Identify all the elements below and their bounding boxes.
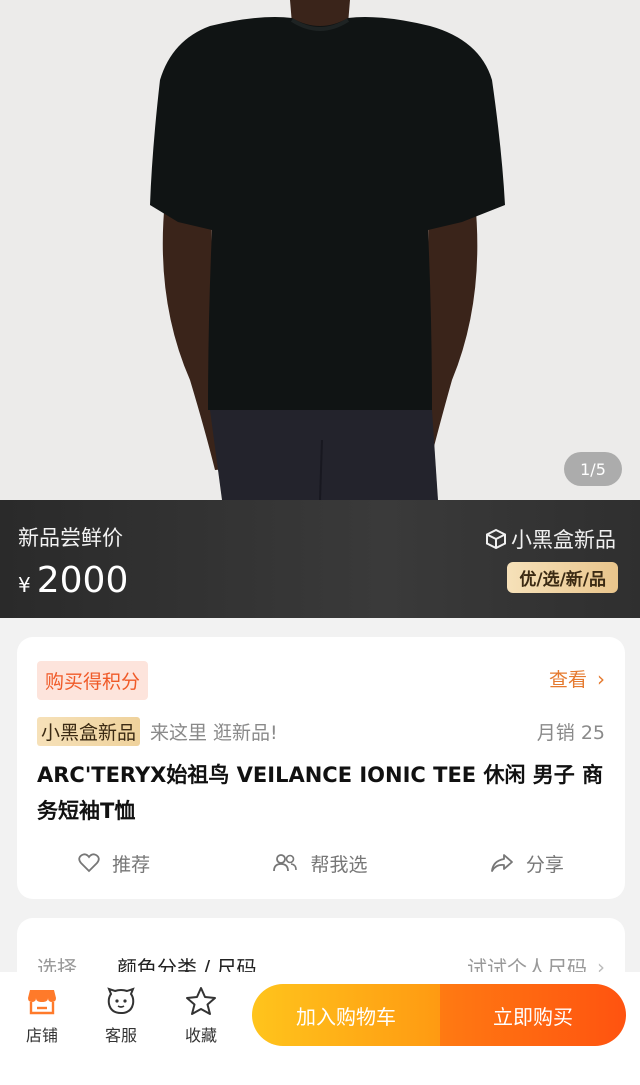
star-icon — [186, 987, 216, 1015]
promo-row: 小黑盒新品 来这里 逛新品! 月销 25 — [37, 717, 605, 746]
store-icon — [28, 990, 56, 1015]
action-row: 推荐 帮我选 分享 — [17, 845, 625, 881]
product-info-card: 购买得积分 查看 › 小黑盒新品 来这里 逛新品! 月销 25 ARC'TERY… — [17, 637, 625, 899]
customer-service-button[interactable]: 客服 — [91, 986, 151, 1046]
share-label: 分享 — [525, 853, 564, 876]
share-button[interactable]: 分享 — [490, 850, 564, 877]
tshirt-model-illustration — [0, 0, 640, 500]
service-face-icon — [107, 987, 135, 1015]
people-icon — [273, 854, 298, 872]
store-button[interactable]: 店铺 — [12, 986, 72, 1046]
favorite-label: 收藏 — [184, 1026, 217, 1045]
view-points-link[interactable]: 查看 › — [549, 665, 605, 692]
product-image[interactable]: 1/5 — [0, 0, 640, 500]
image-counter: 1/5 — [564, 452, 622, 486]
box-icon — [486, 528, 506, 550]
chevron-right-icon: › — [597, 666, 605, 691]
promo-slogan: 来这里 逛新品! — [150, 722, 278, 744]
bottom-action-bar: 店铺 客服 收藏 加入购物车 立即购买 — [0, 972, 640, 1085]
product-title: ARC'TERYX始祖鸟 VEILANCE IONIC TEE 休闲 男子 商务… — [37, 763, 604, 823]
heart-icon — [78, 853, 100, 873]
price-amount: 2000 — [36, 560, 129, 601]
recommend-button[interactable]: 推荐 — [78, 850, 150, 877]
share-icon — [490, 854, 513, 872]
help-choose-button[interactable]: 帮我选 — [272, 850, 368, 877]
points-tag: 购买得积分 — [37, 661, 149, 700]
price: ¥ 2000 — [18, 560, 128, 601]
premium-tag: 优/选/新/品 — [507, 562, 618, 593]
recommend-label: 推荐 — [112, 853, 151, 876]
new-product-badge: 小黑盒新品 — [37, 717, 141, 746]
store-label: 店铺 — [25, 1026, 58, 1045]
favorite-button[interactable]: 收藏 — [171, 986, 231, 1046]
view-link-label: 查看 — [548, 669, 587, 691]
service-label: 客服 — [104, 1026, 137, 1045]
brand-name: 小黑盒新品 — [511, 528, 616, 552]
brand-logo: 小黑盒新品 — [485, 524, 616, 554]
price-banner: 新品尝鲜价 ¥ 2000 小黑盒新品 优/选/新/品 — [0, 500, 640, 618]
price-label: 新品尝鲜价 — [18, 526, 123, 550]
help-choose-label: 帮我选 — [310, 853, 368, 876]
buy-now-button[interactable]: 立即购买 — [440, 984, 626, 1046]
add-to-cart-button[interactable]: 加入购物车 — [252, 984, 440, 1046]
currency-symbol: ¥ — [18, 573, 31, 597]
monthly-sales: 月销 25 — [536, 722, 605, 744]
